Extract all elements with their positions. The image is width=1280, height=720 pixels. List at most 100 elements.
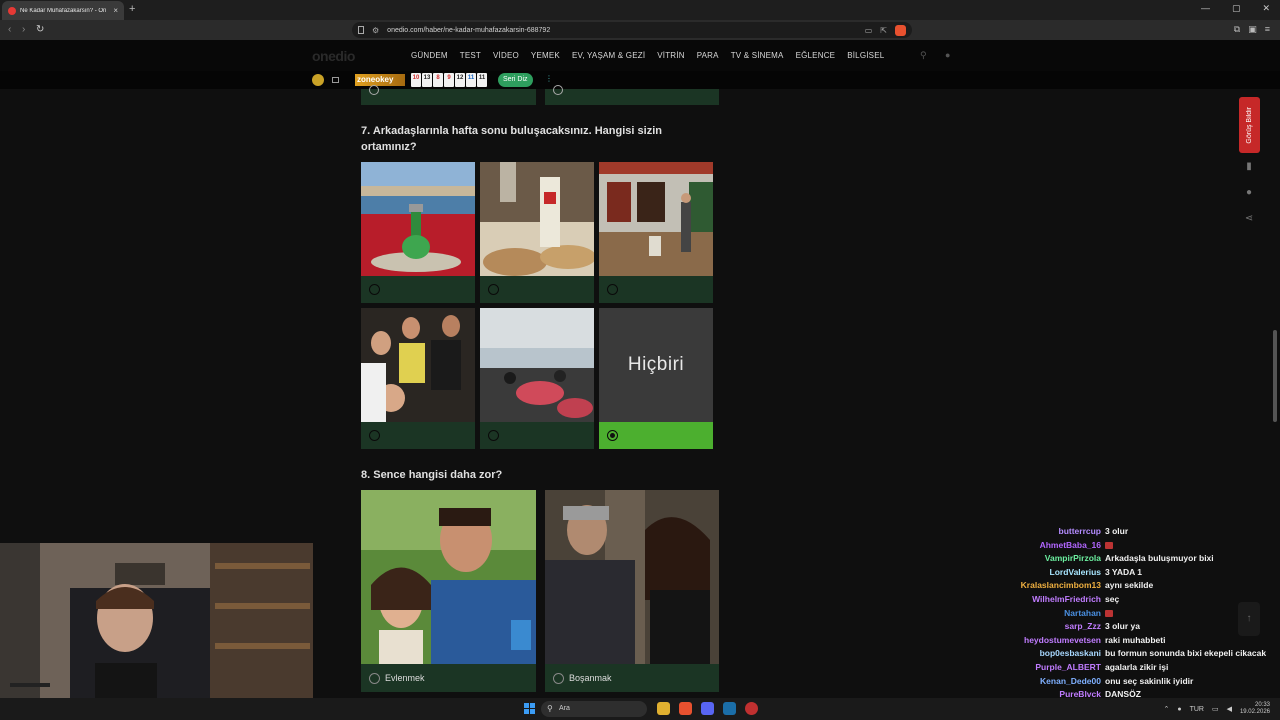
option-radio-bar[interactable] <box>361 422 475 449</box>
menu-item-test[interactable]: TEST <box>460 51 481 60</box>
chat-username[interactable]: sarp_Zzz <box>1000 620 1105 634</box>
chat-username[interactable]: LordValerius <box>1000 566 1105 580</box>
share-icon[interactable]: ⋖ <box>1243 213 1255 225</box>
prev-option-bar[interactable] <box>361 85 536 105</box>
option-label[interactable]: Boşanmak <box>569 673 612 683</box>
file-explorer-icon[interactable] <box>657 702 670 715</box>
radio[interactable] <box>369 284 380 295</box>
okey-tile: 13 <box>422 73 432 87</box>
option-image-party[interactable] <box>361 308 475 422</box>
chat-username[interactable]: Kralaslancimbom13 <box>1000 579 1105 593</box>
menu-item-para[interactable]: PARA <box>697 51 719 60</box>
clock-time: 20:33 <box>1254 702 1270 708</box>
chat-username[interactable]: AhmetBaba_16 <box>1000 539 1105 553</box>
chat-username[interactable]: Purple_ALBERT <box>1000 661 1105 675</box>
chat-username[interactable]: bop0esbaskani <box>1000 647 1105 661</box>
radio[interactable] <box>553 673 564 684</box>
bookmark-icon[interactable]: ▮ <box>1243 161 1255 173</box>
obs-icon[interactable] <box>745 702 758 715</box>
radio[interactable] <box>553 85 563 95</box>
comment-icon[interactable]: ● <box>1243 187 1255 199</box>
taskbar-search[interactable]: Ara <box>541 701 647 717</box>
menu-item-yemek[interactable]: YEMEK <box>531 51 560 60</box>
seri-diz-button[interactable]: Seri Diz <box>498 73 533 87</box>
share-icon[interactable]: ⇱ <box>880 26 887 35</box>
menu-item-video[interactable]: VİDEO <box>493 51 519 60</box>
chat-username[interactable]: WilhelmFriedrich <box>1000 593 1105 607</box>
option-image-argument[interactable] <box>545 490 719 664</box>
option-radio-bar[interactable]: Boşanmak <box>545 664 719 692</box>
url-text[interactable]: onedio.com/haber/ne-kadar-muhafazakarsin… <box>387 27 857 34</box>
option-label[interactable]: Evlenmek <box>385 673 425 683</box>
menu-item-eglence[interactable]: EĞLENCE <box>796 51 836 60</box>
radio[interactable] <box>369 85 379 95</box>
language-indicator[interactable]: TUR <box>1190 706 1204 713</box>
bookmark-icon[interactable] <box>358 26 364 34</box>
option-radio-bar[interactable]: Evlenmek <box>361 664 536 692</box>
close-window-button[interactable]: ✕ <box>1262 3 1270 14</box>
menu-item-tv-sinema[interactable]: TV & SİNEMA <box>731 51 784 60</box>
site-info-icon[interactable]: ⚙ <box>372 26 379 35</box>
option-image-cafe[interactable] <box>599 162 713 276</box>
site-logo[interactable]: onedio <box>312 48 355 64</box>
brave-icon[interactable] <box>679 702 692 715</box>
option-radio-bar[interactable] <box>599 276 713 303</box>
discord-icon[interactable] <box>701 702 714 715</box>
ad-info-icon[interactable] <box>332 77 339 83</box>
radio[interactable] <box>607 284 618 295</box>
option-image-raki[interactable] <box>480 162 594 276</box>
search-icon[interactable]: ⚲ <box>920 50 927 61</box>
prev-option-bar[interactable] <box>545 85 719 105</box>
volume-icon[interactable]: ◀ <box>1227 705 1232 713</box>
ad-banner[interactable]: zoneokey 10 13 8 9 12 11 11 Seri Diz ⋮ <box>0 71 1280 89</box>
chat-username[interactable]: VampirPirzola <box>1000 552 1105 566</box>
maximize-button[interactable]: ▢ <box>1232 3 1241 14</box>
menu-item-ev-yasam[interactable]: EV, YAŞAM & GEZİ <box>572 51 645 60</box>
option-none-label[interactable]: Hiçbiri <box>599 308 713 422</box>
address-bar[interactable]: ⚙ onedio.com/haber/ne-kadar-muhafazakars… <box>352 22 912 38</box>
option-radio-bar[interactable] <box>480 422 594 449</box>
feedback-button[interactable]: Görüş Bildir <box>1239 97 1260 153</box>
radio[interactable] <box>488 284 499 295</box>
reload-icon[interactable]: ↻ <box>36 24 44 35</box>
browser-tab[interactable]: Ne Kadar Muhafazakarsın? - On × <box>2 1 124 20</box>
option-radio-bar-selected[interactable] <box>599 422 713 449</box>
zone-logo: zoneokey <box>355 74 405 86</box>
new-tab-button[interactable]: + <box>129 3 135 15</box>
clock[interactable]: 20:33 19.02.2026 <box>1240 702 1270 716</box>
network-icon[interactable]: ▭ <box>1212 705 1219 713</box>
page-scrollbar[interactable] <box>1273 330 1277 422</box>
chat-username[interactable]: Nartahan <box>1000 607 1105 621</box>
extensions-icon[interactable]: ⧉ <box>1234 24 1240 35</box>
option-radio-bar[interactable] <box>361 276 475 303</box>
chat-username[interactable]: butterrcup <box>1000 525 1105 539</box>
minimize-button[interactable]: — <box>1201 3 1210 14</box>
radio[interactable] <box>488 430 499 441</box>
option-image-hookah[interactable] <box>361 162 475 276</box>
mic-icon[interactable]: ● <box>1177 706 1181 713</box>
tray-chevron-icon[interactable]: ⌃ <box>1163 705 1169 713</box>
menu-item-gundem[interactable]: GÜNDEM <box>411 51 448 60</box>
steam-icon[interactable] <box>723 702 736 715</box>
forward-icon[interactable]: › <box>22 24 25 35</box>
menu-item-vitrin[interactable]: VİTRİN <box>657 51 684 60</box>
start-button[interactable] <box>524 703 535 714</box>
radio[interactable] <box>369 430 380 441</box>
chat-username[interactable]: heydostumevetsen <box>1000 634 1105 648</box>
menu-icon[interactable]: ≡ <box>1265 24 1270 35</box>
screen-icon[interactable]: ▭ <box>865 26 873 35</box>
chat-text: Arkadaşla buluşmuyor bixi <box>1105 553 1214 564</box>
shield-icon[interactable] <box>895 24 906 36</box>
back-icon[interactable]: ‹ <box>8 24 11 35</box>
option-image-couple[interactable] <box>361 490 536 664</box>
wallet-icon[interactable]: ▣ <box>1248 24 1257 35</box>
chat-text: aynı sekilde <box>1105 580 1154 591</box>
option-radio-bar[interactable] <box>480 276 594 303</box>
menu-item-bilgisel[interactable]: BİLGİSEL <box>847 51 884 60</box>
radio-selected[interactable] <box>607 430 618 441</box>
chat-username[interactable]: Kenan_Dede00 <box>1000 675 1105 689</box>
user-icon[interactable]: ● <box>945 50 950 60</box>
radio[interactable] <box>369 673 380 684</box>
tab-close-icon[interactable]: × <box>113 6 118 15</box>
option-image-seaside[interactable] <box>480 308 594 422</box>
